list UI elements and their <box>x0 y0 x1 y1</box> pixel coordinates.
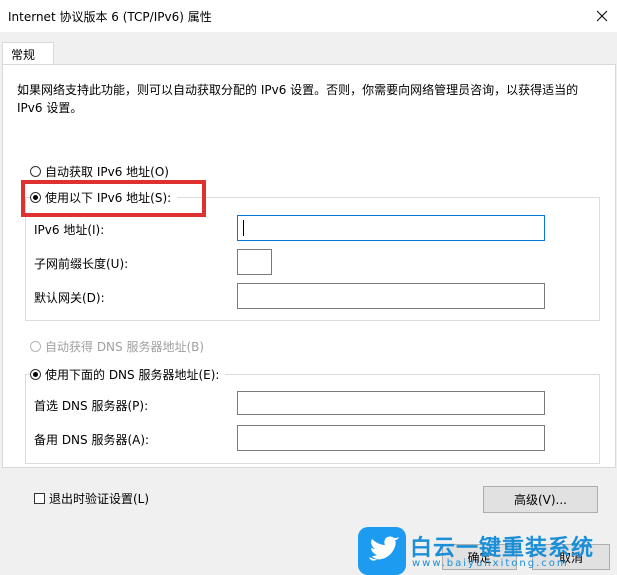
auto-ipv6-label: 自动获取 IPv6 地址(O) <box>45 165 169 179</box>
close-icon <box>596 10 608 22</box>
close-button[interactable] <box>587 0 617 32</box>
validate-settings-label: 退出时验证设置(L) <box>49 492 150 506</box>
validate-settings-option[interactable]: 退出时验证设置(L) <box>34 490 149 507</box>
preferred-dns-field[interactable] <box>237 391 545 415</box>
auto-dns-radio[interactable] <box>30 341 41 352</box>
prefix-length-field[interactable] <box>237 249 272 275</box>
preferred-dns-label: 首选 DNS 服务器(P): <box>34 399 149 413</box>
ipv6-address-field[interactable] <box>237 215 545 241</box>
validate-settings-checkbox[interactable] <box>34 493 45 504</box>
default-gateway-label: 默认网关(D): <box>34 291 105 305</box>
prefix-length-label: 子网前缀长度(U): <box>34 257 129 271</box>
title-bar: Internet 协议版本 6 (TCP/IPv6) 属性 <box>0 0 617 32</box>
alternate-dns-label: 备用 DNS 服务器(A): <box>34 433 150 447</box>
ipv6-address-label: IPv6 地址(I): <box>34 223 105 237</box>
description-text: 如果网络支持此功能，则可以自动获取分配的 IPv6 设置。否则，你需要向网络管理… <box>17 83 579 115</box>
watermark-url: www.baiyunxitong.com <box>412 558 569 569</box>
auto-dns-label: 自动获得 DNS 服务器地址(B) <box>45 340 205 354</box>
manual-dns-option[interactable]: 使用下面的 DNS 服务器地址(E): <box>30 366 226 383</box>
manual-dns-label: 使用下面的 DNS 服务器地址(E): <box>45 368 220 382</box>
auto-dns-option[interactable]: 自动获得 DNS 服务器地址(B) <box>30 338 204 355</box>
tab-general-label: 常规 <box>11 48 36 62</box>
window-title: Internet 协议版本 6 (TCP/IPv6) 属性 <box>8 10 212 24</box>
alternate-dns-field[interactable] <box>237 425 545 451</box>
default-gateway-field[interactable] <box>237 283 545 309</box>
auto-ipv6-radio[interactable] <box>30 166 41 177</box>
manual-dns-radio[interactable] <box>30 369 41 380</box>
tab-general[interactable]: 常规 <box>2 42 54 65</box>
auto-ipv6-option[interactable]: 自动获取 IPv6 地址(O) <box>30 163 169 180</box>
watermark: 白云一键重装系统 www.baiyunxitong.com <box>356 527 617 575</box>
advanced-button-label: 高级(V)... <box>513 493 568 507</box>
highlight-box <box>21 180 206 217</box>
text-caret <box>243 220 244 236</box>
advanced-button[interactable]: 高级(V)... <box>483 486 598 513</box>
bird-logo-icon <box>358 527 406 575</box>
